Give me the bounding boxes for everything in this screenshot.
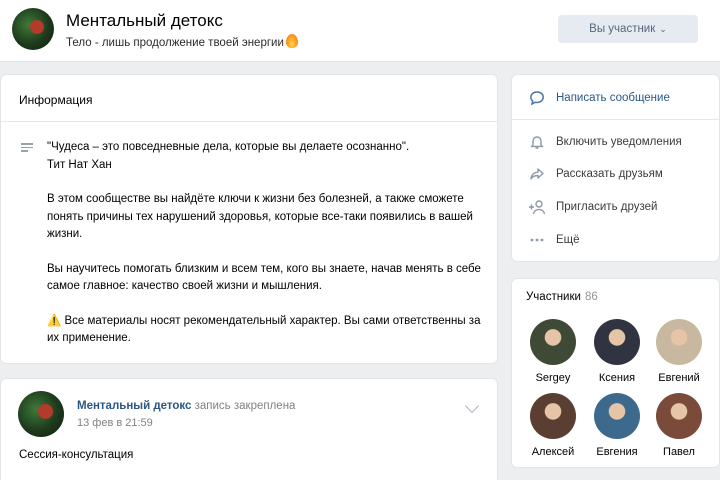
member-name: Павел xyxy=(663,446,695,458)
description-paragraph: Вы научитесь помогать близким и всем тем… xyxy=(47,262,481,293)
member-item[interactable]: Евгения xyxy=(587,393,647,458)
member-status-label: Вы участник xyxy=(589,23,656,35)
actions-card: Написать сообщение Включить уведомления … xyxy=(511,74,720,262)
info-title: Информация xyxy=(19,93,93,107)
send-message-label: Написать сообщение xyxy=(556,92,670,104)
community-description: "Чудеса – это повседневные дела, которые… xyxy=(47,139,487,348)
member-item[interactable]: Евгений xyxy=(649,319,709,384)
member-item[interactable]: Павел xyxy=(649,393,709,458)
community-header: Ментальный детокс Тело - лишь продолжени… xyxy=(0,0,720,62)
member-status-button[interactable]: Вы участник ⌄ xyxy=(558,15,698,43)
more-button[interactable]: Ещё xyxy=(528,231,718,249)
description-quote: "Чудеса – это повседневные дела, которые… xyxy=(47,139,487,174)
member-item[interactable]: Алексей xyxy=(523,393,583,458)
post-author-link[interactable]: Ментальный детокс xyxy=(77,400,191,412)
chevron-down-icon[interactable] xyxy=(464,398,480,414)
community-avatar[interactable] xyxy=(12,8,54,50)
members-card: Участники 86 Sergey Ксения Евгений Алексе… xyxy=(511,278,720,468)
share-button[interactable]: Рассказать друзьям xyxy=(528,165,718,183)
member-avatar xyxy=(530,393,576,439)
invite-friends-label: Пригласить друзей xyxy=(556,201,658,213)
members-header[interactable]: Участники 86 xyxy=(526,291,598,303)
invite-icon xyxy=(528,198,546,216)
bell-icon xyxy=(528,133,546,151)
member-avatar xyxy=(656,319,702,365)
description-paragraph: В этом сообществе вы найдёте ключи к жиз… xyxy=(47,193,473,240)
divider xyxy=(1,121,497,122)
member-avatar xyxy=(530,319,576,365)
member-name: Евгений xyxy=(658,372,700,384)
community-status-text: Тело - лишь продолжение твоей энергии xyxy=(66,37,284,49)
description-disclaimer: ⚠️ Все материалы носят рекомендательный … xyxy=(47,314,481,345)
community-status: Тело - лишь продолжение твоей энергии xyxy=(66,34,298,49)
member-avatar xyxy=(656,393,702,439)
community-title: Ментальный детокс xyxy=(66,11,223,30)
member-name: Ксения xyxy=(598,372,636,384)
member-name: Евгения xyxy=(596,446,638,458)
description-icon xyxy=(21,143,33,152)
post-pinned-label: запись закреплена xyxy=(194,400,296,412)
send-message-button[interactable]: Написать сообщение xyxy=(528,89,718,107)
member-item[interactable]: Sergey xyxy=(523,319,583,384)
message-icon xyxy=(528,89,546,107)
description-quote-author: Тит Нат Хан xyxy=(47,158,112,171)
member-name: Алексей xyxy=(531,446,575,458)
member-avatar xyxy=(594,319,640,365)
members-title: Участники xyxy=(526,291,581,303)
divider xyxy=(512,119,719,120)
share-icon xyxy=(528,165,546,183)
more-icon xyxy=(528,231,546,249)
member-name: Sergey xyxy=(535,372,571,384)
pinned-post: Ментальный детокс запись закреплена 13 ф… xyxy=(0,378,498,480)
share-label: Рассказать друзьям xyxy=(556,168,663,180)
members-count: 86 xyxy=(584,291,598,303)
post-author-avatar[interactable] xyxy=(18,391,64,437)
enable-notifications-label: Включить уведомления xyxy=(556,136,682,148)
post-date[interactable]: 13 фев в 21:59 xyxy=(77,417,153,429)
fire-icon xyxy=(285,34,298,48)
more-label: Ещё xyxy=(556,234,580,246)
member-item[interactable]: Ксения xyxy=(587,319,647,384)
chevron-down-icon: ⌄ xyxy=(659,23,667,34)
post-text: Сессия-консультация xyxy=(19,449,134,461)
description-quote-text: "Чудеса – это повседневные дела, которые… xyxy=(47,141,410,153)
member-avatar xyxy=(594,393,640,439)
enable-notifications-button[interactable]: Включить уведомления xyxy=(528,133,718,151)
post-header: Ментальный детокс запись закреплена xyxy=(77,400,295,412)
info-card: Информация "Чудеса – это повседневные де… xyxy=(0,74,498,364)
invite-friends-button[interactable]: Пригласить друзей xyxy=(528,198,718,216)
